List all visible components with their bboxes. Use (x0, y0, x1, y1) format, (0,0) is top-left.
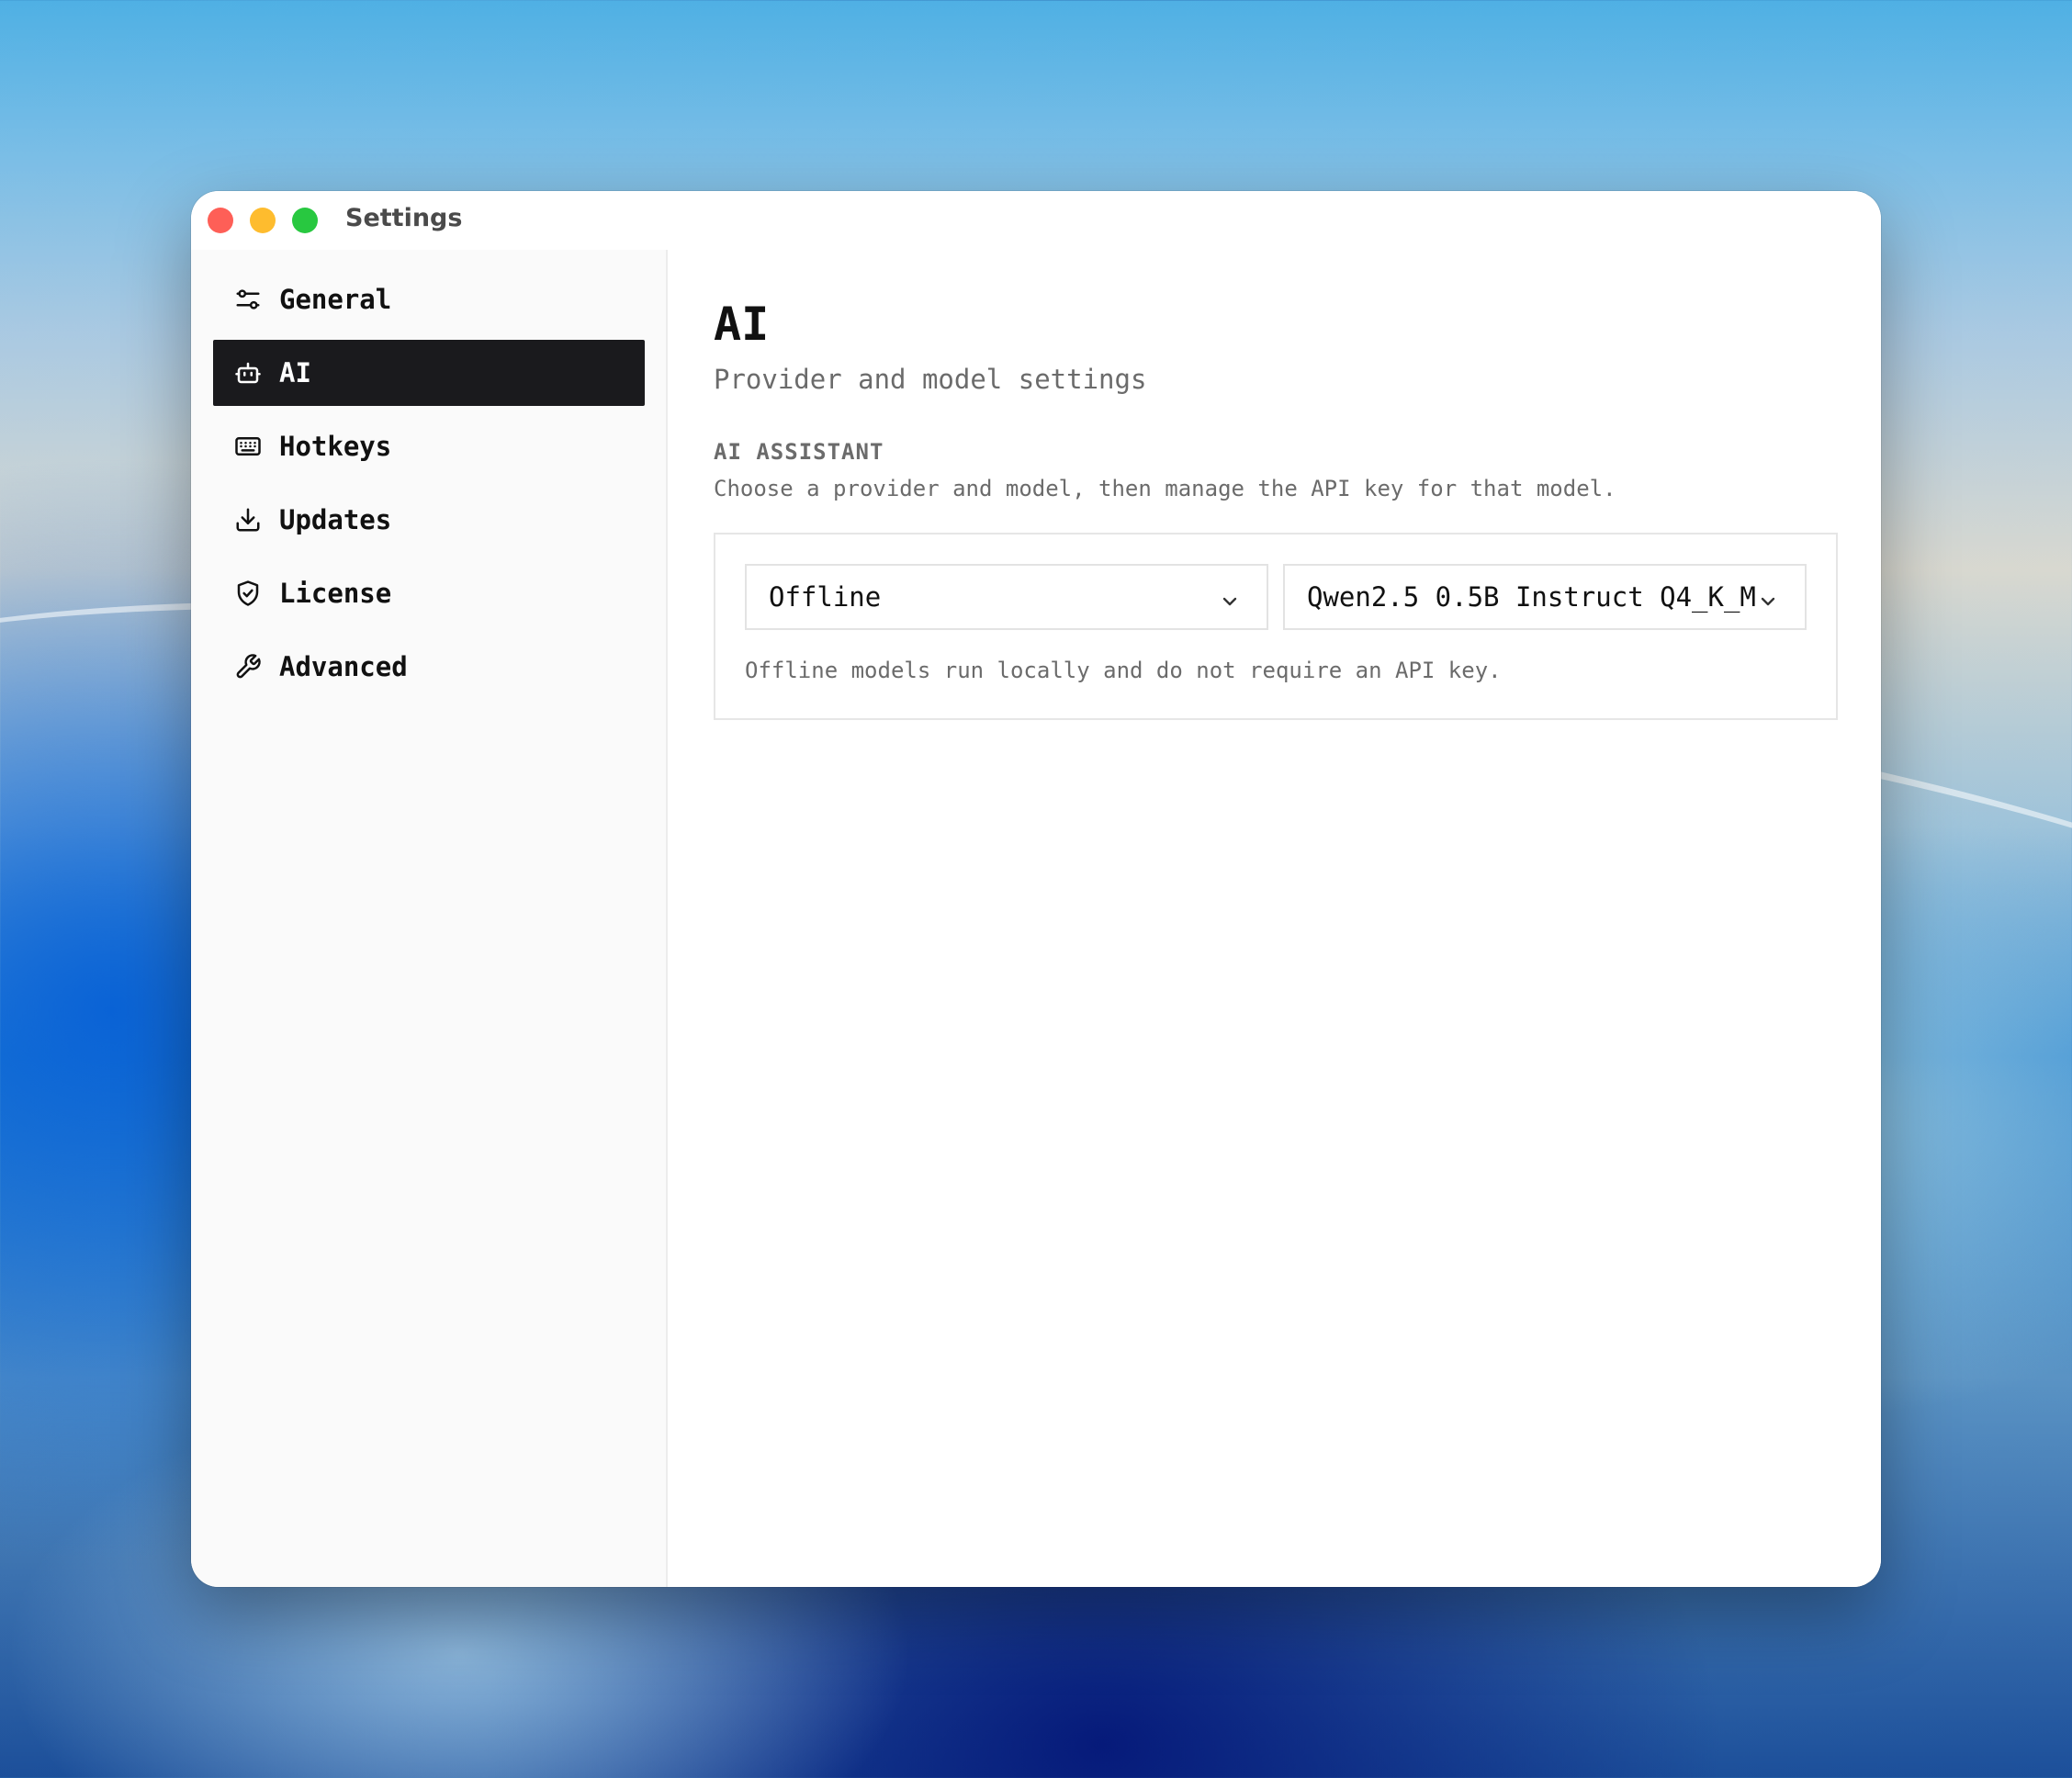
maximize-window-button[interactable] (292, 208, 318, 233)
offline-note: Offline models run locally and do not re… (745, 658, 1502, 683)
sidebar-item-general[interactable]: General (213, 266, 645, 332)
sidebar-item-label: Updates (279, 504, 392, 535)
close-window-button[interactable] (208, 208, 233, 233)
main-panel: AI Provider and model settings AI ASSIST… (670, 250, 1881, 1587)
model-select-value: Qwen2.5 0.5B Instruct Q4_K_M (1307, 581, 1756, 613)
chevron-down-icon (1757, 588, 1779, 610)
window-title: Settings (345, 204, 463, 232)
sidebar-item-updates[interactable]: Updates (213, 487, 645, 553)
download-icon (233, 505, 263, 535)
settings-window: Settings General AI Hotkeys Updates Lice… (191, 191, 1881, 1587)
wrench-icon (233, 652, 263, 681)
sidebar: General AI Hotkeys Updates License Advan… (191, 250, 668, 1587)
sidebar-item-ai[interactable]: AI (213, 340, 645, 406)
sidebar-item-label: Advanced (279, 651, 408, 682)
robot-icon (233, 358, 263, 388)
sidebar-item-license[interactable]: License (213, 560, 645, 626)
chevron-down-icon (1219, 588, 1241, 610)
section-label: AI ASSISTANT (714, 439, 884, 465)
keyboard-icon (233, 432, 263, 461)
sliders-icon (233, 285, 263, 314)
section-description: Choose a provider and model, then manage… (714, 476, 1616, 501)
sidebar-item-label: General (279, 284, 392, 315)
provider-select-value: Offline (769, 581, 882, 613)
page-subtitle: Provider and model settings (714, 364, 1147, 395)
model-select[interactable]: Qwen2.5 0.5B Instruct Q4_K_M (1283, 564, 1807, 630)
sidebar-item-label: AI (279, 357, 311, 388)
minimize-window-button[interactable] (250, 208, 276, 233)
sidebar-item-label: Hotkeys (279, 431, 392, 462)
provider-select[interactable]: Offline (745, 564, 1268, 630)
shield-check-icon (233, 579, 263, 608)
page-title: AI (714, 298, 770, 351)
sidebar-item-hotkeys[interactable]: Hotkeys (213, 413, 645, 479)
titlebar: Settings (191, 191, 1881, 250)
sidebar-item-label: License (279, 578, 392, 609)
sidebar-item-advanced[interactable]: Advanced (213, 634, 645, 700)
ai-assistant-card: Offline Qwen2.5 0.5B Instruct Q4_K_M Off… (714, 533, 1838, 720)
